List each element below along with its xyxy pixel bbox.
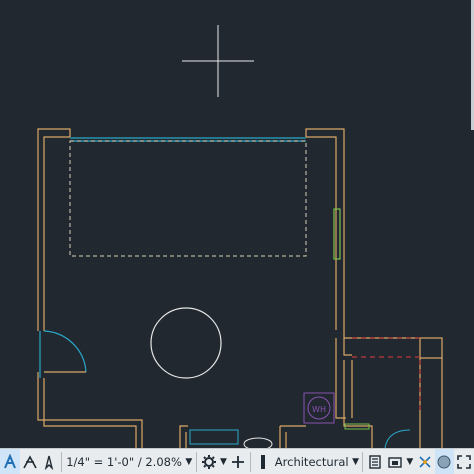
- drawing-canvas[interactable]: WH: [0, 0, 474, 448]
- autocad-window: WH 1/4" = 1'-0" / 2.08% ▼ ▼ Architectura…: [0, 0, 474, 474]
- bottom-fixtures: [189, 429, 411, 448]
- dashed-lines-right: [352, 337, 421, 412]
- snap-icon[interactable]: [20, 449, 40, 474]
- annotation-scale[interactable]: 1/4" = 1'-0" / 2.08%: [64, 449, 184, 474]
- units-display[interactable]: Architectural: [273, 449, 351, 474]
- fullscreen-icon[interactable]: [454, 449, 474, 474]
- workspace-gear-icon[interactable]: [199, 449, 219, 474]
- right-window: [333, 208, 341, 260]
- ui-lock-icon[interactable]: [385, 449, 405, 474]
- dashed-cabinet-outline: [69, 140, 307, 257]
- round-fixture: [150, 307, 222, 379]
- status-bar: 1/4" = 1'-0" / 2.08% ▼ ▼ Architectural ▼…: [0, 448, 474, 474]
- annotation-visibility-icon[interactable]: [39, 449, 59, 474]
- room-walls: [37, 128, 443, 448]
- water-heater-label: WH: [312, 405, 326, 414]
- separator: [195, 452, 197, 472]
- chevron-down-icon[interactable]: ▼: [184, 457, 194, 467]
- lineweight-icon[interactable]: [253, 449, 273, 474]
- water-heater: WH: [303, 392, 335, 424]
- quick-properties-icon[interactable]: [365, 449, 385, 474]
- separator: [61, 452, 63, 472]
- separator: [362, 452, 364, 472]
- door-swing: [39, 330, 87, 378]
- crosshair-cursor: [182, 25, 254, 97]
- chevron-down-icon[interactable]: ▼: [351, 457, 361, 467]
- separator: [250, 452, 252, 472]
- add-icon[interactable]: [228, 449, 248, 474]
- graphics-performance-icon[interactable]: [434, 449, 455, 474]
- chevron-down-icon[interactable]: ▼: [218, 457, 228, 467]
- chevron-down-icon[interactable]: ▼: [405, 457, 415, 467]
- model-space-icon[interactable]: [0, 449, 20, 474]
- isolate-objects-icon[interactable]: [415, 449, 435, 474]
